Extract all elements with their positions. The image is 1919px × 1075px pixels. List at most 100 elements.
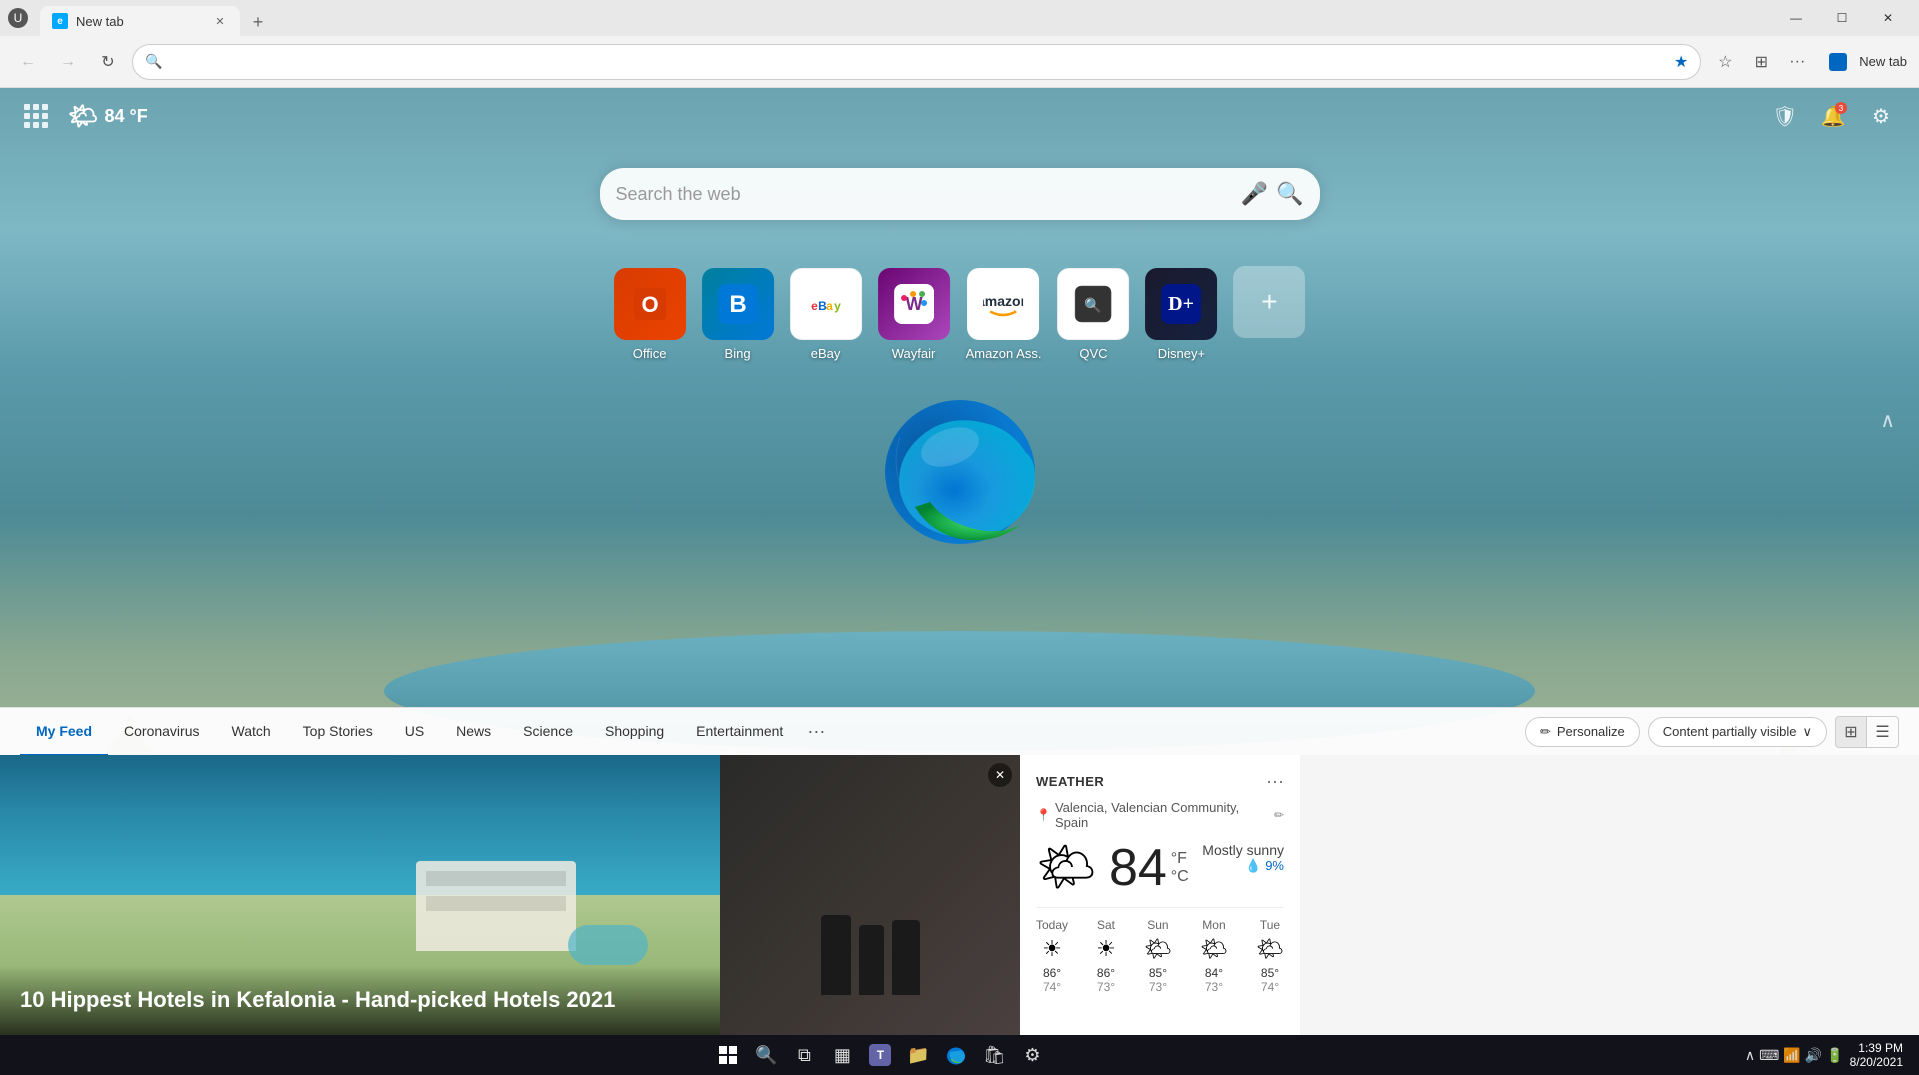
folder-icon: 📁 — [907, 1045, 929, 1066]
svg-text:O: O — [641, 292, 658, 317]
volume-icon[interactable]: 🔊 — [1805, 1047, 1822, 1064]
search-icon: 🔍 — [145, 53, 162, 70]
quick-links: O Office B Bing e B a — [614, 268, 1306, 361]
widgets-button[interactable]: ▦ — [826, 1039, 858, 1071]
microsoft-store-button[interactable]: 🛍 — [978, 1039, 1010, 1071]
weather-more-button[interactable]: ··· — [1266, 771, 1284, 792]
search-button[interactable]: 🔍 — [1276, 181, 1303, 207]
new-tab-button[interactable]: + — [244, 8, 272, 36]
news-tabs: My Feed Coronavirus Watch Top Stories US… — [0, 707, 1919, 755]
forecast-icon-1: ☀ — [1096, 936, 1116, 962]
active-tab[interactable]: e New tab ✕ — [40, 6, 240, 36]
tab-entertainment[interactable]: Entertainment — [680, 708, 799, 756]
close-taliban-card-button[interactable]: ✕ — [988, 763, 1012, 787]
settings-gear-icon: ⚙ — [1024, 1045, 1040, 1066]
microphone-icon[interactable]: 🎤 — [1241, 181, 1268, 207]
address-bar[interactable]: 🔍 ★ — [132, 44, 1701, 80]
notification-badge: 3 — [1835, 102, 1847, 114]
shield-button[interactable]: 🛡 — [1767, 98, 1803, 134]
tab-watch[interactable]: Watch — [216, 708, 287, 756]
web-search-input[interactable] — [616, 184, 1233, 205]
file-explorer-button[interactable]: 📁 — [902, 1039, 934, 1071]
profile-icon[interactable]: U — [8, 8, 28, 28]
search-box: 🎤 🔍 — [600, 168, 1320, 220]
forecast-high-3: 84° — [1205, 966, 1223, 980]
new-tab-label: New tab — [1859, 54, 1907, 69]
temp-celsius: °C — [1171, 868, 1189, 886]
add-quick-link-button[interactable]: + — [1233, 266, 1305, 338]
minimize-button[interactable]: — — [1773, 0, 1819, 36]
disney-label: Disney+ — [1158, 346, 1205, 361]
location-dot-icon: 📍 — [1036, 808, 1051, 822]
forecast-today: Today ☀ 86° 74° — [1036, 918, 1068, 994]
close-button[interactable]: ✕ — [1865, 0, 1911, 36]
tab-news[interactable]: News — [440, 708, 507, 756]
bookmark-star-icon[interactable]: ★ — [1674, 52, 1688, 72]
news-card-hotels[interactable]: 10 Hippest Hotels in Kefalonia - Hand-pi… — [0, 755, 720, 1035]
forecast-mon: Mon 🌤 84° 73° — [1200, 918, 1228, 994]
more-button[interactable]: ··· — [1781, 46, 1813, 78]
task-view-button[interactable]: ⧉ — [788, 1039, 820, 1071]
tab-science[interactable]: Science — [507, 708, 589, 756]
personalize-button[interactable]: ✏ Personalize — [1525, 717, 1640, 747]
wifi-icon[interactable]: 📶 — [1783, 1047, 1800, 1064]
maximize-button[interactable]: ☐ — [1819, 0, 1865, 36]
teams-icon: T — [869, 1044, 891, 1066]
quick-link-wayfair[interactable]: W Wayfair — [878, 268, 950, 361]
forecast-high-2: 85° — [1149, 966, 1167, 980]
nav-right-icons: ☆ ⊞ ··· — [1709, 46, 1813, 78]
battery-icon[interactable]: 🔋 — [1826, 1047, 1843, 1064]
back-button[interactable]: ← — [12, 46, 44, 78]
date-display: 8/20/2021 — [1850, 1055, 1903, 1069]
forecast-day-name-2: Sun — [1147, 918, 1168, 932]
taskbar-settings-button[interactable]: ⚙ — [1016, 1039, 1048, 1071]
notification-button[interactable]: 🔔 3 — [1815, 98, 1851, 134]
scroll-up-button[interactable]: ∧ — [1880, 408, 1895, 433]
tab-my-feed[interactable]: My Feed — [20, 708, 108, 756]
tab-coronavirus[interactable]: Coronavirus — [108, 708, 215, 756]
taskbar-clock[interactable]: 1:39 PM 8/20/2021 — [1850, 1041, 1903, 1069]
list-view-button[interactable]: ☰ — [1867, 716, 1899, 748]
quick-link-disney[interactable]: D+ Disney+ — [1145, 268, 1217, 361]
keyboard-icon[interactable]: ⌨ — [1759, 1047, 1779, 1064]
quick-link-amazon[interactable]: amazon Amazon Ass. — [966, 268, 1042, 361]
start-button[interactable] — [712, 1039, 744, 1071]
collections-button[interactable]: ⊞ — [1745, 46, 1777, 78]
tab-shopping[interactable]: Shopping — [589, 708, 680, 756]
disney-icon: D+ — [1145, 268, 1217, 340]
weather-widget[interactable]: 🌤 84 °F — [68, 102, 148, 131]
favorites-button[interactable]: ☆ — [1709, 46, 1741, 78]
edge-taskbar-button[interactable] — [940, 1039, 972, 1071]
weather-desc-area: Mostly sunny 💧 9% — [1202, 842, 1284, 874]
hotels-card-title: 10 Hippest Hotels in Kefalonia - Hand-pi… — [20, 986, 700, 1015]
grid-view-button[interactable]: ⊞ — [1835, 716, 1867, 748]
quick-link-ebay[interactable]: e B a y eBay — [790, 268, 862, 361]
office-label: Office — [633, 346, 667, 361]
address-input[interactable] — [170, 54, 1666, 70]
quick-link-qvc[interactable]: 🔍 QVC — [1057, 268, 1129, 361]
widgets-icon: ▦ — [834, 1045, 851, 1066]
forward-button[interactable]: → — [52, 46, 84, 78]
quick-link-bing[interactable]: B Bing — [702, 268, 774, 361]
svg-text:a: a — [826, 299, 833, 313]
chevron-up-icon[interactable]: ∧ — [1745, 1047, 1755, 1064]
weather-unit: °F °C — [1171, 850, 1189, 886]
refresh-button[interactable]: ↻ — [92, 46, 124, 78]
taliban-card-background — [720, 755, 1020, 1035]
news-cards: 10 Hippest Hotels in Kefalonia - Hand-pi… — [0, 755, 1919, 1035]
edit-location-icon[interactable]: ✏ — [1274, 808, 1284, 822]
content-visibility-label: Content partially visible — [1663, 724, 1797, 739]
news-card-taliban[interactable]: ✕ W The Washington Post · 9h ago Taliban… — [720, 755, 1020, 1035]
apps-grid-button[interactable] — [20, 100, 52, 132]
taskbar-search-button[interactable]: 🔍 — [750, 1039, 782, 1071]
more-tabs-button[interactable]: ··· — [799, 721, 833, 742]
tab-close-button[interactable]: ✕ — [212, 13, 228, 29]
teams-button[interactable]: T — [864, 1039, 896, 1071]
tab-top-stories[interactable]: Top Stories — [287, 708, 389, 756]
forecast-temps-1: 86° 73° — [1097, 966, 1115, 994]
settings-button[interactable]: ⚙ — [1863, 98, 1899, 134]
content-visibility-button[interactable]: Content partially visible ∨ — [1648, 717, 1827, 747]
quick-link-office[interactable]: O Office — [614, 268, 686, 361]
tab-us[interactable]: US — [389, 708, 440, 756]
svg-text:amazon: amazon — [984, 293, 1024, 309]
